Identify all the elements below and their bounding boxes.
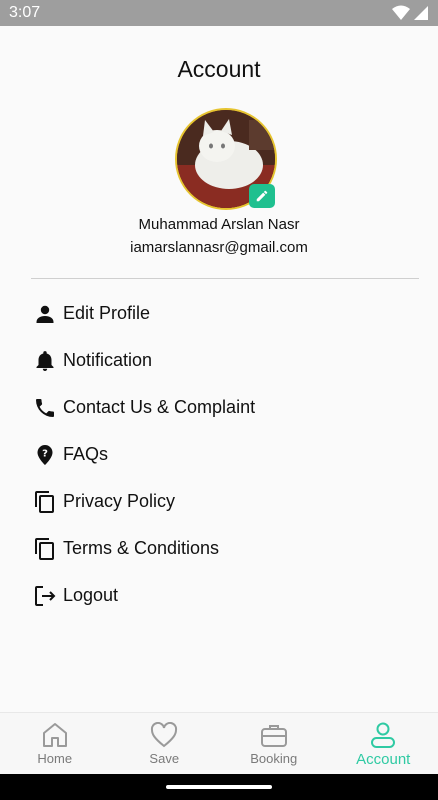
nav-label: Home (37, 751, 73, 766)
menu-item-privacy-policy[interactable]: Privacy Policy (0, 478, 438, 525)
status-bar: 3:07 (0, 0, 438, 26)
user-name: Muhammad Arslan Nasr (138, 216, 300, 233)
menu-label: Notification (63, 350, 153, 370)
nav-item-account[interactable]: Account (329, 713, 438, 775)
signal-icon (414, 6, 428, 20)
heart-icon (150, 721, 178, 749)
copy-icon (32, 489, 58, 515)
nav-item-booking[interactable]: Booking (219, 713, 329, 775)
status-time: 3:07 (9, 4, 41, 21)
nav-label: Save (149, 751, 180, 766)
menu-label: Privacy Policy (63, 491, 176, 511)
nav-label: Booking (250, 751, 298, 766)
briefcase-icon (260, 721, 288, 749)
edit-avatar-button[interactable] (249, 184, 275, 208)
page-title: Account (177, 56, 261, 82)
phone-icon (32, 395, 58, 421)
nav-label: Account (356, 751, 411, 768)
menu-label: FAQs (63, 444, 109, 464)
bell-icon (32, 348, 58, 374)
help-pin-icon: ? (32, 442, 58, 468)
menu-item-terms-conditions[interactable]: Terms & Conditions (0, 525, 438, 572)
home-icon (41, 721, 69, 749)
svg-text:?: ? (42, 448, 48, 459)
logout-icon (32, 583, 58, 609)
profile-avatar-container (175, 108, 277, 210)
menu-item-notification[interactable]: Notification (0, 337, 438, 384)
home-gesture-pill[interactable] (166, 785, 272, 789)
divider (31, 278, 419, 279)
status-icons (392, 5, 428, 21)
menu-item-contact-us[interactable]: Contact Us & Complaint (0, 384, 438, 431)
system-navigation-bar (0, 774, 438, 800)
person-icon (32, 301, 58, 327)
menu-item-faqs[interactable]: ? FAQs (0, 431, 438, 478)
nav-item-home[interactable]: Home (0, 713, 110, 775)
menu-item-logout[interactable]: Logout (0, 572, 438, 619)
pencil-icon (256, 190, 268, 202)
user-email: iamarslannasr@gmail.com (130, 239, 308, 256)
account-screen: Account Muhammad Arslan Nasr iamarslanna… (0, 26, 438, 712)
menu-label: Contact Us & Complaint (63, 397, 256, 417)
menu-label: Logout (63, 585, 119, 605)
account-menu: Edit Profile Notification Contact Us & C… (0, 290, 438, 619)
bottom-nav: Home Save Booking Account (0, 712, 438, 775)
menu-label: Edit Profile (63, 303, 151, 323)
copy-icon (32, 536, 58, 562)
menu-label: Terms & Conditions (63, 538, 220, 558)
menu-item-edit-profile[interactable]: Edit Profile (0, 290, 438, 337)
account-icon (369, 721, 397, 749)
wifi-icon (392, 5, 410, 20)
nav-item-save[interactable]: Save (110, 713, 220, 775)
